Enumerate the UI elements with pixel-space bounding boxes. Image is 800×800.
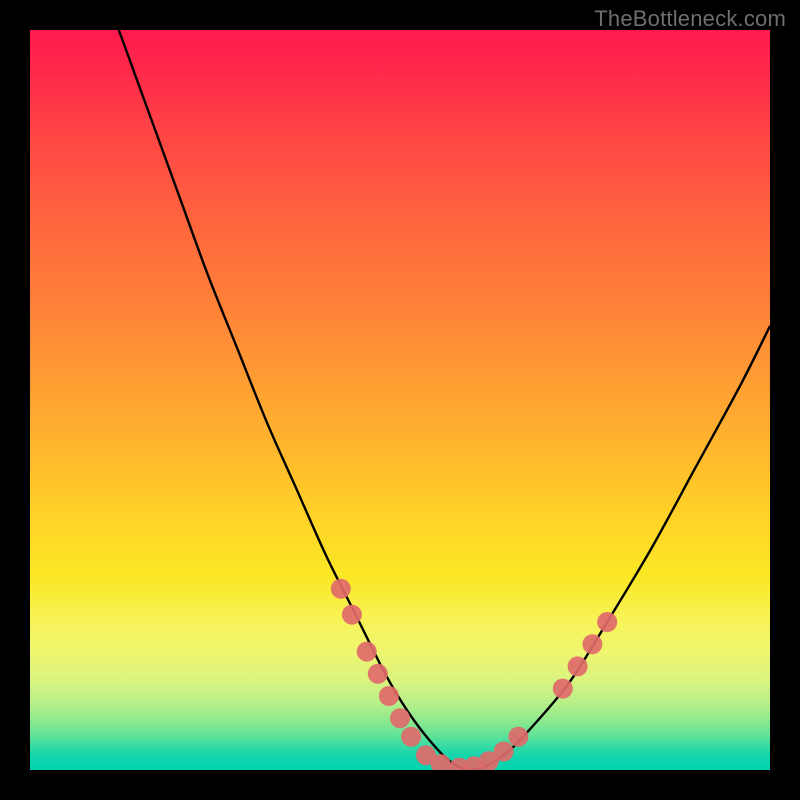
marker-dot [494,742,514,762]
marker-dot [368,664,388,684]
marker-dot [357,642,377,662]
marker-dot [508,727,528,747]
watermark-label: TheBottleneck.com [594,6,786,32]
marker-dot [401,727,421,747]
series-curve [119,30,770,770]
marker-dot [379,686,399,706]
plot-area [30,30,770,770]
chart-frame: TheBottleneck.com [0,0,800,800]
marker-dot [597,612,617,632]
marker-dot [582,634,602,654]
curve-path [119,30,770,770]
marker-dot [342,605,362,625]
marker-dot [568,656,588,676]
curve-layer [30,30,770,770]
marker-dot [331,579,351,599]
marker-dot [553,679,573,699]
series-markers [331,579,617,770]
marker-dot [390,708,410,728]
